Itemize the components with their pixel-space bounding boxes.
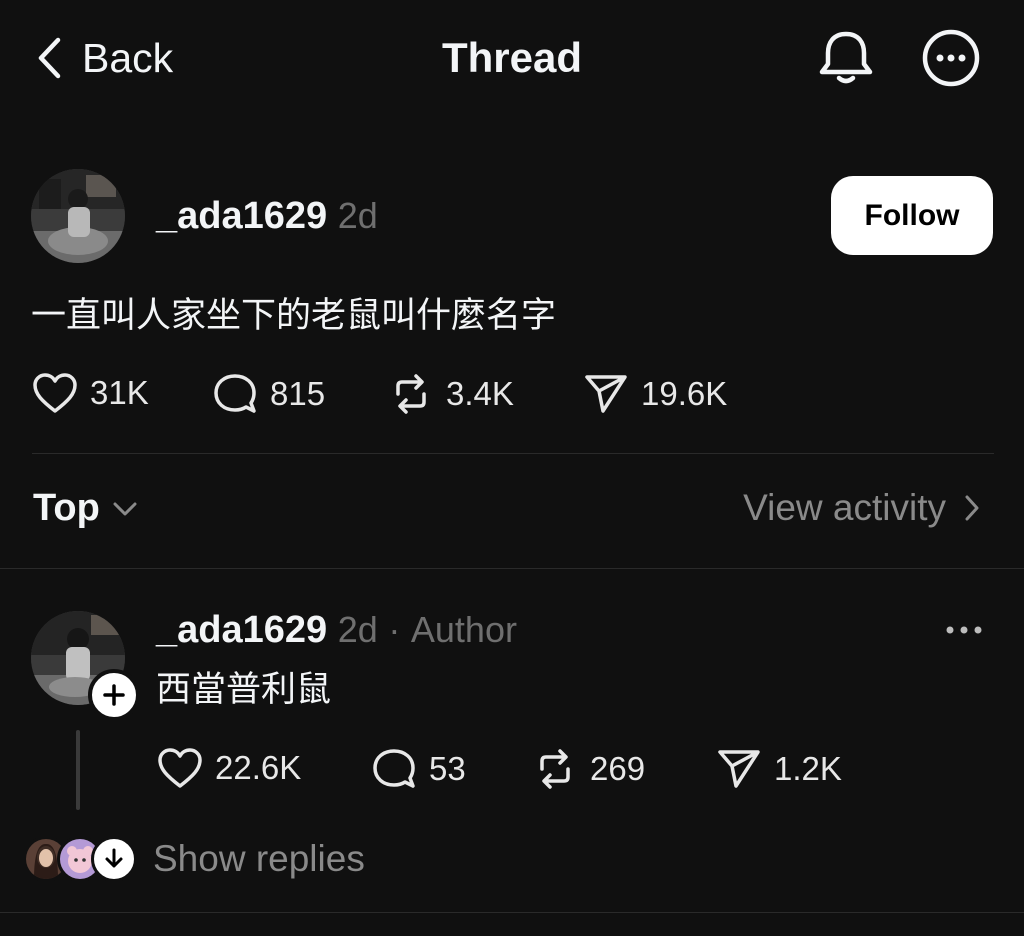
- like-count: 31K: [90, 374, 149, 411]
- reply-more-icon[interactable]: [944, 618, 984, 642]
- repost-icon: [388, 372, 434, 416]
- show-replies-label: Show replies: [153, 838, 365, 879]
- view-activity-link[interactable]: View activity: [743, 487, 980, 529]
- reply-like-count: 22.6K: [215, 749, 302, 786]
- chevron-right-icon: [964, 494, 980, 522]
- view-activity-label: View activity: [743, 487, 946, 528]
- reply-like-button[interactable]: 22.6K: [157, 747, 301, 789]
- follow-plus-icon[interactable]: [88, 669, 140, 721]
- username[interactable]: _ada1629: [156, 195, 327, 237]
- heart-icon: [32, 372, 78, 414]
- send-icon: [583, 372, 629, 416]
- bell-icon[interactable]: [815, 28, 877, 88]
- post-time: 2d: [337, 195, 378, 236]
- sort-label: Top: [33, 487, 100, 529]
- reply-author-line: _ada1629 2d · Author: [156, 607, 517, 653]
- reply-username[interactable]: _ada1629: [156, 609, 327, 651]
- thread-line: [76, 730, 80, 810]
- send-icon: [716, 747, 762, 791]
- avatar[interactable]: [31, 169, 125, 263]
- comment-icon: [212, 372, 258, 416]
- comment-button[interactable]: 815: [212, 372, 325, 416]
- back-button[interactable]: Back: [36, 30, 173, 86]
- repost-button[interactable]: 3.4K: [388, 372, 514, 416]
- divider: [0, 568, 1024, 569]
- chevron-left-icon: [36, 37, 62, 79]
- post-text: 一直叫人家坐下的老鼠叫什麼名字: [31, 296, 557, 336]
- repost-count: 3.4K: [446, 375, 514, 412]
- author-badge: Author: [410, 609, 517, 650]
- comment-count: 815: [270, 375, 326, 412]
- reply-share-button[interactable]: 1.2K: [716, 747, 842, 791]
- comment-icon: [371, 747, 417, 791]
- reply-time: 2d: [337, 609, 378, 650]
- reply-comment-count: 53: [429, 750, 466, 787]
- reply-text: 西當普利鼠: [156, 670, 332, 710]
- sort-dropdown[interactable]: Top: [33, 487, 138, 530]
- back-label: Back: [82, 34, 174, 81]
- post-author-line: _ada1629 2d: [156, 193, 378, 239]
- reply-share-count: 1.2K: [774, 750, 842, 787]
- follow-button[interactable]: Follow: [831, 176, 993, 255]
- repost-icon: [532, 747, 578, 791]
- reply-repost-button[interactable]: 269: [532, 747, 645, 791]
- arrow-down-icon: [91, 836, 137, 882]
- heart-icon: [157, 747, 203, 789]
- more-options-icon[interactable]: [919, 26, 983, 90]
- like-button[interactable]: 31K: [32, 372, 149, 414]
- reply-repost-count: 269: [590, 750, 646, 787]
- separator: ·: [388, 609, 401, 650]
- share-count: 19.6K: [641, 375, 728, 412]
- share-button[interactable]: 19.6K: [583, 372, 727, 416]
- divider: [0, 912, 1024, 913]
- chevron-down-icon: [112, 501, 138, 517]
- divider: [32, 453, 994, 454]
- reply-comment-button[interactable]: 53: [371, 747, 466, 791]
- show-replies-button[interactable]: Show replies: [23, 836, 365, 882]
